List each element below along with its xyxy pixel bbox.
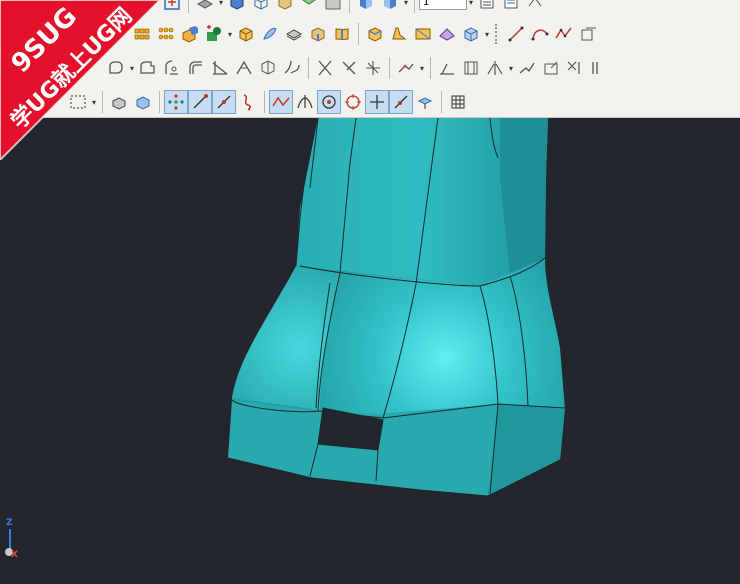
shaded-box-icon[interactable] [273,0,297,14]
section-curve-icon[interactable] [515,56,539,80]
chevron-down-icon[interactable]: ▾ [483,22,491,46]
watermark-banner: 9SUG 学UG就上UG网 [0,0,160,160]
snap-points-icon[interactable] [164,90,188,114]
separator [188,0,189,13]
snap-curve-icon[interactable] [236,90,260,114]
layer-combo[interactable]: 1 [419,0,467,10]
reverse-icon[interactable] [587,56,611,80]
boot-model[interactable] [227,117,566,497]
separator [308,57,309,79]
graphics-window[interactable]: Z X [0,117,740,580]
triad-x-label: X [11,550,18,560]
project-curve-icon[interactable] [256,56,280,80]
move-layer-icon[interactable] [523,0,547,14]
replace-face-icon[interactable] [306,22,330,46]
offset-curve-icon[interactable] [184,56,208,80]
extrude-surface-icon[interactable] [258,22,282,46]
thicken-icon[interactable] [330,22,354,46]
spline-icon[interactable] [552,22,576,46]
snap-end-icon[interactable] [188,90,212,114]
snap-center-icon[interactable] [317,90,341,114]
separator [358,23,359,45]
wcs-triad: Z X [2,518,18,562]
trim-body-icon[interactable] [576,22,600,46]
dimension-icon[interactable] [435,56,459,80]
bridge-curve-icon[interactable] [361,56,385,80]
separator [430,57,431,79]
fillet-curve-icon[interactable] [160,56,184,80]
chevron-down-icon[interactable]: ▾ [418,56,426,80]
model-canvas[interactable] [0,117,740,580]
mirror-curve-icon[interactable] [483,56,507,80]
separator [441,91,442,113]
intersection-curve-icon[interactable] [280,56,304,80]
solid-view-icon[interactable] [225,0,249,14]
draft-icon[interactable] [363,22,387,46]
extract-curve-icon[interactable] [313,56,337,80]
render-style-icon[interactable] [193,0,217,14]
constraint-icon[interactable] [459,56,483,80]
subtract-icon[interactable] [202,22,226,46]
wrap-curve-icon[interactable] [563,56,587,80]
triad-z-label: Z [6,518,13,528]
separator [389,57,390,79]
show-grid-icon[interactable] [446,90,470,114]
layer-settings-icon[interactable] [475,0,499,14]
ruled-surface-icon[interactable] [411,22,435,46]
separator [349,0,350,13]
trim-curve-icon[interactable] [208,56,232,80]
edge-view-icon[interactable] [297,0,321,14]
color-swatch-icon[interactable] [321,0,345,14]
unite-icon[interactable] [178,22,202,46]
fit-icon[interactable] [160,0,184,14]
swept-icon[interactable] [459,22,483,46]
corner-icon[interactable] [232,56,256,80]
toolbar-grip[interactable] [495,24,500,44]
chevron-down-icon[interactable]: ▾ [402,0,410,14]
snap-point-face-icon[interactable] [413,90,437,114]
line-icon[interactable] [504,22,528,46]
snap-mid-icon[interactable] [212,90,236,114]
snap-onface-icon[interactable] [389,90,413,114]
chevron-down-icon[interactable]: ▾ [226,22,234,46]
offset-face-icon[interactable] [282,22,306,46]
through-curves-icon[interactable] [435,22,459,46]
layer-visibility-icon[interactable] [499,0,523,14]
arc-icon[interactable] [528,22,552,46]
flip-icon[interactable] [354,0,378,14]
join-curve-icon[interactable] [394,56,418,80]
chevron-down-icon[interactable]: ▾ [467,0,475,14]
mirror-icon[interactable] [378,0,402,14]
snap-intersect-icon[interactable] [293,90,317,114]
wireframe-view-icon[interactable] [249,0,273,14]
chevron-down-icon[interactable]: ▾ [217,0,225,14]
chevron-down-icon[interactable]: ▾ [507,56,515,80]
snap-existing-icon[interactable] [365,90,389,114]
snap-quadrant-icon[interactable] [341,90,365,114]
divide-curve-icon[interactable] [337,56,361,80]
separator [414,0,415,13]
chamfer-icon[interactable] [387,22,411,46]
isoparametric-icon[interactable] [539,56,563,80]
block-icon[interactable] [234,22,258,46]
snap-control-icon[interactable] [269,90,293,114]
separator [264,91,265,113]
